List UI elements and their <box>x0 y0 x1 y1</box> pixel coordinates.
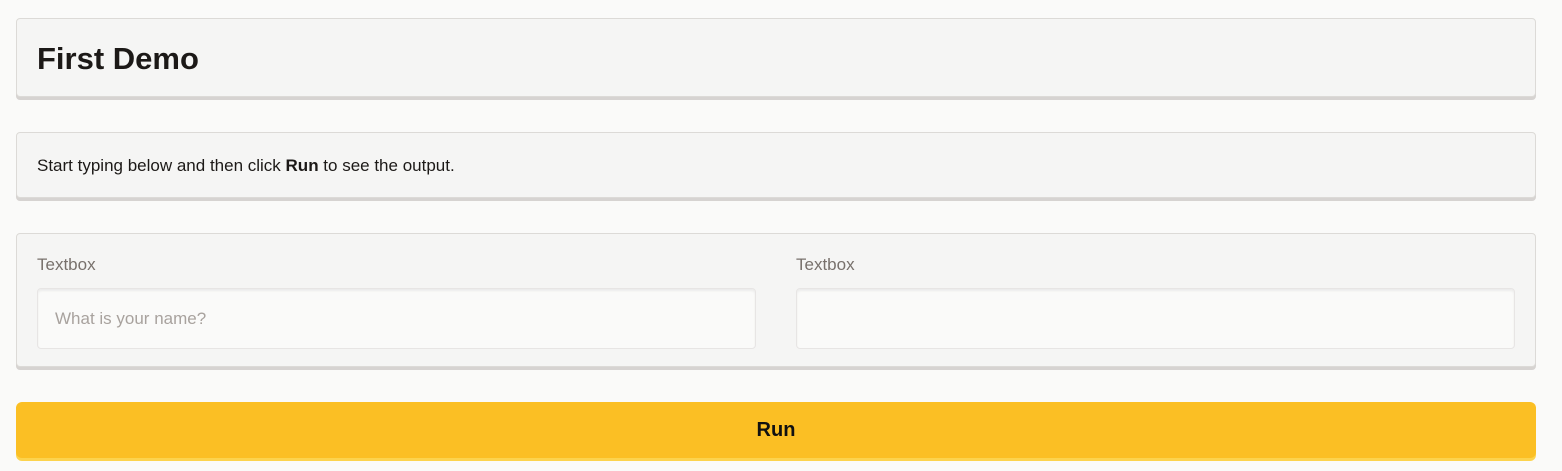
output-textbox-field: Textbox <box>796 254 1515 349</box>
description-panel: Start typing below and then click Run to… <box>16 132 1536 198</box>
input-textbox-label: Textbox <box>37 255 96 274</box>
page-title: First Demo <box>37 41 199 76</box>
description-after: to see the output. <box>318 156 455 175</box>
io-panel: Textbox Textbox <box>16 233 1536 367</box>
run-button[interactable]: Run <box>16 402 1536 458</box>
app-page: First Demo Start typing below and then c… <box>0 0 1562 471</box>
input-textbox-field: Textbox <box>37 254 756 349</box>
output-textbox[interactable] <box>796 288 1515 349</box>
description-before: Start typing below and then click <box>37 156 286 175</box>
description-text: Start typing below and then click Run to… <box>37 155 1515 177</box>
output-textbox-label: Textbox <box>796 255 855 274</box>
input-textbox[interactable] <box>37 288 756 349</box>
title-panel: First Demo <box>16 18 1536 97</box>
description-bold: Run <box>285 156 319 175</box>
